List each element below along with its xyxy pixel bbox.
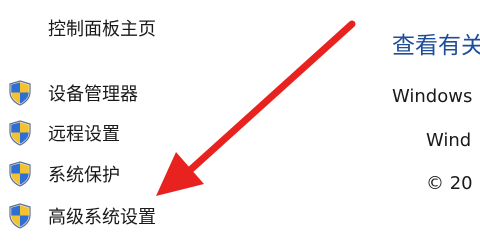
copyright-text: © 20: [426, 173, 473, 194]
uac-shield-icon: [9, 203, 31, 229]
control-panel-home-link[interactable]: 控制面板主页: [48, 15, 156, 41]
sidebar-item-label: 系统保护: [48, 165, 120, 186]
windows-edition-value: Wind: [426, 130, 472, 151]
sidebar-item-label: 设备管理器: [48, 84, 138, 105]
uac-shield-icon: [9, 120, 31, 146]
sidebar-item-label: 高级系统设置: [48, 207, 156, 228]
sidebar-item-advanced-system-settings[interactable]: 高级系统设置: [8, 202, 156, 230]
sidebar-item-device-manager[interactable]: 设备管理器: [8, 79, 138, 107]
system-window: 控制面板主页 设备管理器 远程设置 系统保护 高级系统设置 查看有关 Windo…: [0, 0, 480, 248]
sidebar-item-remote-settings[interactable]: 远程设置: [8, 119, 120, 147]
sidebar: 控制面板主页 设备管理器 远程设置 系统保护 高级系统设置: [0, 0, 370, 248]
sidebar-item-label: 远程设置: [48, 124, 120, 145]
windows-edition-heading: Windows: [392, 86, 473, 107]
sidebar-item-system-protection[interactable]: 系统保护: [8, 160, 120, 188]
uac-shield-icon: [9, 80, 31, 106]
main-panel: 查看有关 Windows Wind © 20: [388, 0, 480, 248]
uac-shield-icon: [9, 161, 31, 187]
page-title: 查看有关: [392, 33, 480, 59]
